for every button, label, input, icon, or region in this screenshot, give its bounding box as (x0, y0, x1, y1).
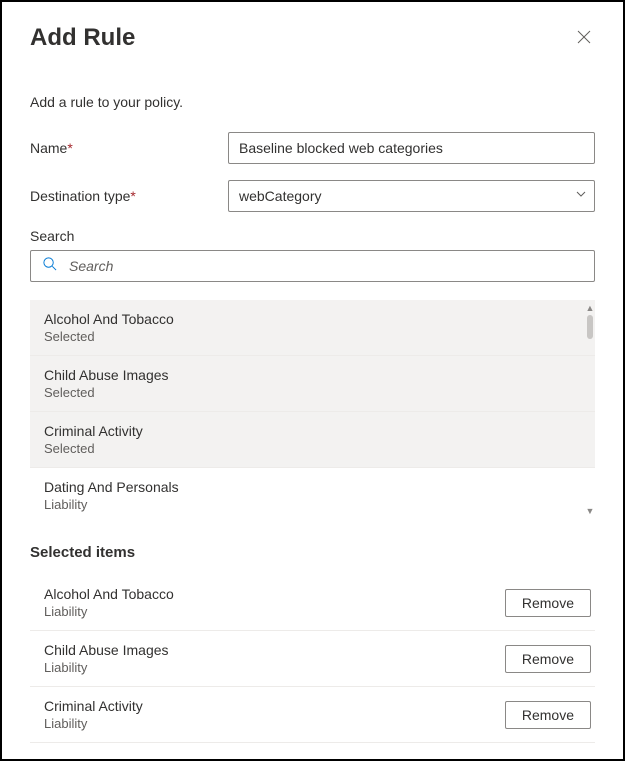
intro-text: Add a rule to your policy. (30, 94, 595, 110)
remove-button[interactable]: Remove (505, 589, 591, 617)
scroll-up-icon: ▲ (585, 304, 595, 313)
result-sub: Selected (44, 329, 581, 344)
page-title: Add Rule (30, 24, 135, 52)
remove-button[interactable]: Remove (505, 701, 591, 729)
scrollbar[interactable]: ▲ ▼ (585, 304, 595, 516)
result-item[interactable]: Criminal Activity Selected (30, 412, 595, 468)
result-item[interactable]: Dating And Personals Liability (30, 468, 595, 520)
result-sub: Liability (44, 497, 581, 512)
selected-sub: Liability (44, 660, 505, 675)
selected-item: Alcohol And Tobacco Liability Remove (30, 575, 595, 631)
selected-name: Child Abuse Images (44, 642, 505, 658)
destination-type-select[interactable]: webCategory (228, 180, 595, 212)
result-name: Dating And Personals (44, 479, 581, 495)
destination-type-label: Destination type* (30, 188, 228, 204)
result-item[interactable]: Alcohol And Tobacco Selected (30, 300, 595, 356)
result-name: Child Abuse Images (44, 367, 581, 383)
scroll-thumb[interactable] (587, 315, 593, 339)
search-label: Search (30, 228, 595, 244)
result-name: Alcohol And Tobacco (44, 311, 581, 327)
required-indicator: * (130, 188, 135, 204)
selected-name: Criminal Activity (44, 698, 505, 714)
result-item[interactable]: Child Abuse Images Selected (30, 356, 595, 412)
name-input[interactable] (228, 132, 595, 164)
required-indicator: * (67, 140, 72, 156)
close-button[interactable] (573, 26, 595, 51)
close-icon (577, 30, 591, 44)
selected-name: Alcohol And Tobacco (44, 586, 505, 602)
results-list: Alcohol And Tobacco Selected Child Abuse… (30, 300, 595, 520)
selected-sub: Liability (44, 604, 505, 619)
scroll-down-icon: ▼ (585, 507, 595, 516)
name-label: Name* (30, 140, 228, 156)
selected-items-header: Selected items (30, 544, 595, 561)
selected-sub: Liability (44, 716, 505, 731)
result-name: Criminal Activity (44, 423, 581, 439)
result-sub: Selected (44, 441, 581, 456)
remove-button[interactable]: Remove (505, 645, 591, 673)
search-input[interactable] (30, 250, 595, 282)
result-sub: Selected (44, 385, 581, 400)
selected-item: Criminal Activity Liability Remove (30, 687, 595, 743)
selected-item: Child Abuse Images Liability Remove (30, 631, 595, 687)
